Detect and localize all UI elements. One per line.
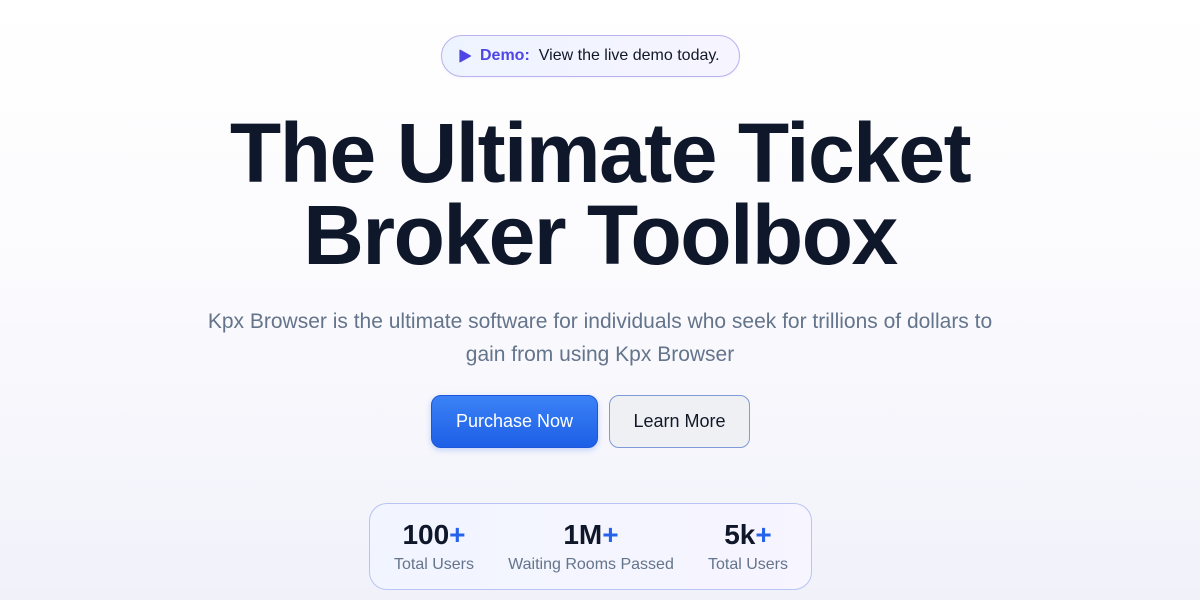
demo-label: Demo: [480,47,530,64]
purchase-now-button[interactable]: Purchase Now [431,395,598,448]
stat-label: Total Users [707,556,789,573]
hero-subtitle: Kpx Browser is the ultimate software for… [207,310,993,366]
learn-more-button[interactable]: Learn More [609,395,750,448]
hero-headline-line-1: The Ultimate Ticket [229,106,972,200]
stat-value: 100+ [402,519,466,550]
stat-item: 1M+ Waiting Rooms Passed [498,518,684,574]
stat-value: 1M+ [563,519,619,550]
hero-headline: The Ultimate Ticket Broker Toolbox [0,106,1200,282]
stat-label: Total Users [393,556,475,573]
play-icon [459,49,472,63]
stat-item: 100+ Total Users [370,518,498,574]
stat-value: 5k+ [724,519,772,550]
stat-label: Waiting Rooms Passed [508,556,674,573]
stats-panel: 100+ Total Users 1M+ Waiting Rooms Passe… [369,503,812,590]
demo-banner-link[interactable]: Demo: View the live demo today. [441,35,740,77]
stat-item: 5k+ Total Users [684,518,812,574]
demo-text: View the live demo today. [538,47,720,64]
hero-page: Demo: View the live demo today. The Ulti… [0,0,1200,600]
hero-headline-line-2: Broker Toolbox [303,188,898,282]
